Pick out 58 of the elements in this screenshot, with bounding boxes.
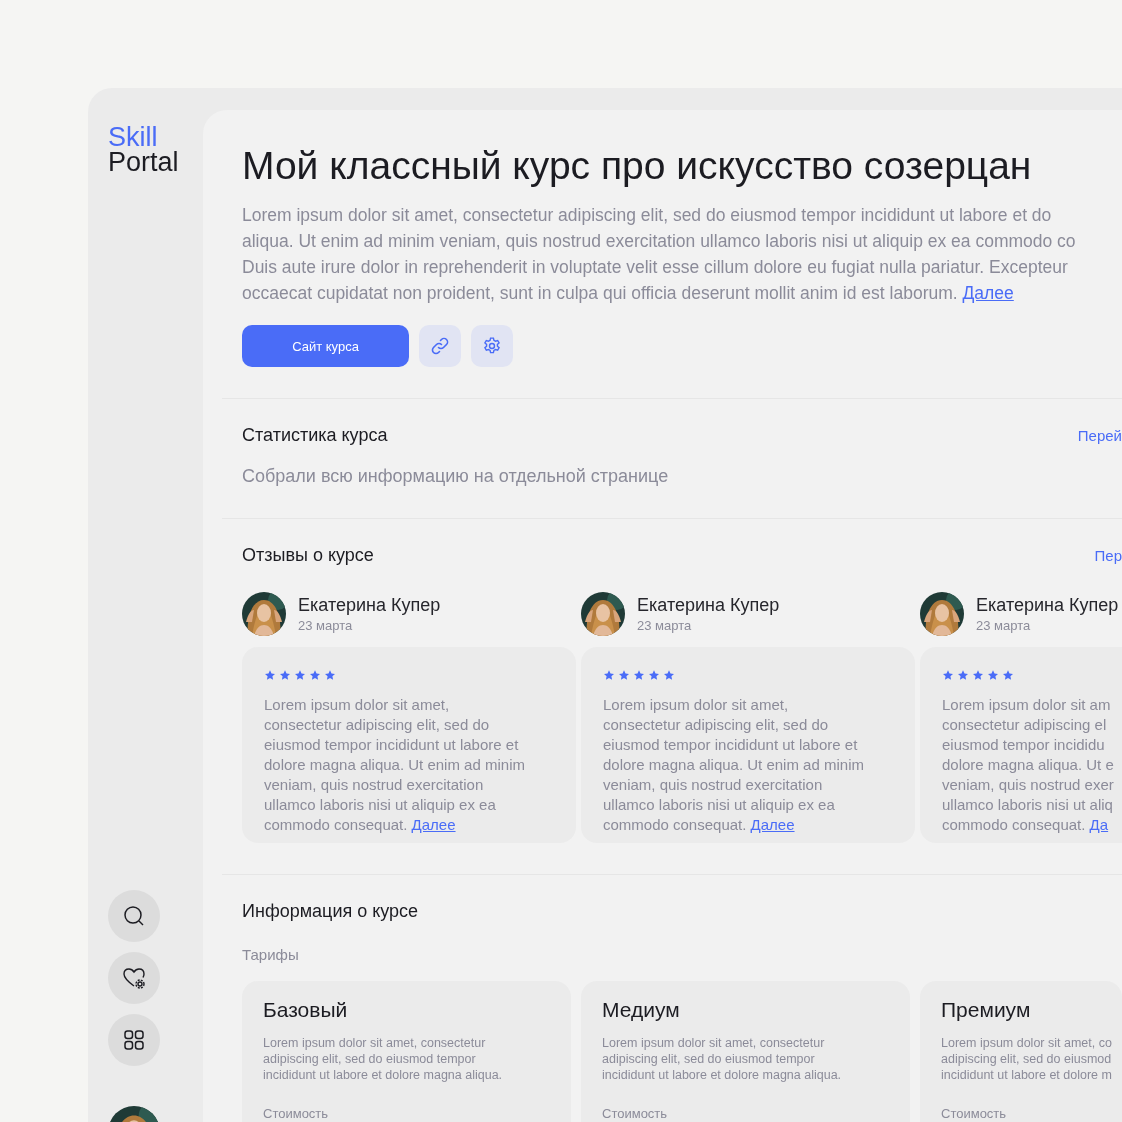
star-icon — [633, 669, 645, 681]
reviewer-name: Екатерина Купер — [298, 594, 441, 616]
star-icon — [663, 669, 675, 681]
course-site-button[interactable]: Сайт курса — [242, 325, 409, 367]
more-link[interactable]: Да — [1089, 816, 1109, 833]
more-link[interactable]: Далее — [411, 816, 456, 833]
link-button[interactable] — [419, 325, 461, 367]
link-icon — [430, 336, 450, 356]
go-link[interactable]: Перей — [1077, 426, 1122, 444]
star-icon — [294, 669, 306, 681]
price-label: Стоимость — [263, 1105, 329, 1122]
settings-icon — [482, 336, 502, 356]
grid-icon — [123, 1029, 145, 1051]
tariff-name: Медиум — [602, 997, 681, 1023]
section-description: Собрали всю информацию на отдельной странице — [242, 465, 669, 488]
review-date: 23 марта — [637, 618, 693, 634]
section-title: Информация о курсе — [242, 900, 419, 922]
tariff-description: Lorem ipsum dolor sit amet, consectetur adipiscing elit, sed do eiusmod tempor incididunt ut labore et dolore magna aliqua. — [263, 1035, 504, 1083]
favorites-button[interactable] — [108, 952, 160, 1004]
go-link[interactable]: Пер — [1094, 546, 1122, 564]
settings-button[interactable] — [471, 325, 513, 367]
star-icon — [603, 669, 615, 681]
star-icon — [648, 669, 660, 681]
star-icon — [309, 669, 321, 681]
tariff-name: Базовый — [263, 997, 349, 1023]
price-label: Стоимость — [602, 1105, 668, 1122]
course-description: Lorem ipsum dolor sit amet, consectetur adipiscing elit, sed do eiusmod tempor incididunt ut labore et do aliqua. Ut enim ad minim veniam, quis nostrud exercitation ullamco laboris nisi ut aliquip ex ea commodo co Duis aute irure dolor in reprehenderit in voluptate velit esse cillum dolore eu fugiat nulla pariatur. Excepteur occaecat cupidatat non proident, sunt in culpa qui officia deserunt mollit anim id est laborum. Далее — [242, 204, 1077, 305]
star-icon — [618, 669, 630, 681]
apps-button[interactable] — [108, 1014, 160, 1066]
more-link[interactable]: Далее — [962, 283, 1014, 303]
review-date: 23 марта — [976, 618, 1032, 634]
star-icon — [987, 669, 999, 681]
section-title: Статистика курса — [242, 424, 388, 446]
section-title: Отзывы о курсе — [242, 544, 374, 566]
review-text: Lorem ipsum dolor sit am consectetur adipiscing el eiusmod tempor incididu dolore magna aliqua. Ut e veniam, quis nostrud exer ullamco laboris nisi ut aliq commodo consequat. Да — [942, 695, 1115, 835]
star-icon — [972, 669, 984, 681]
star-icon — [957, 669, 969, 681]
star-icon — [279, 669, 291, 681]
course-title: Мой классный курс про искусство созерцан — [242, 143, 1033, 189]
star-icon — [1002, 669, 1014, 681]
reviewer-name: Екатерина Купер — [976, 594, 1119, 616]
tariff-name: Премиум — [941, 997, 1032, 1023]
reviewer-name: Екатерина Купер — [637, 594, 780, 616]
star-icon — [942, 669, 954, 681]
logo[interactable]: Skill Portal — [108, 125, 203, 175]
review-text: Lorem ipsum dolor sit amet, consectetur adipiscing elit, sed do eiusmod tempor incididunt ut labore et dolore magna aliqua. Ut enim ad minim veniam, quis nostrud exercitation ullamco laboris nisi ut aliquip ex ea commodo consequat. Далее — [264, 695, 526, 835]
star-icon — [264, 669, 276, 681]
review-date: 23 марта — [298, 618, 354, 634]
more-link[interactable]: Далее — [750, 816, 795, 833]
star-icon — [324, 669, 336, 681]
heart-gear-icon — [122, 966, 146, 990]
tariff-description: Lorem ipsum dolor sit amet, co adipiscing elit, sed do eiusmod incididunt ut labore et dolore m — [941, 1035, 1113, 1083]
review-text: Lorem ipsum dolor sit amet, consectetur adipiscing elit, sed do eiusmod tempor incididunt ut labore et dolore magna aliqua. Ut enim ad minim veniam, quis nostrud exercitation ullamco laboris nisi ut aliquip ex ea commodo consequat. Далее — [603, 695, 865, 835]
search-button[interactable] — [108, 890, 160, 942]
price-label: Стоимость — [941, 1105, 1007, 1122]
subsection-label: Тарифы — [242, 945, 299, 965]
search-icon — [123, 905, 145, 927]
tariff-description: Lorem ipsum dolor sit amet, consectetur adipiscing elit, sed do eiusmod tempor incididunt ut labore et dolore magna aliqua. — [602, 1035, 843, 1083]
